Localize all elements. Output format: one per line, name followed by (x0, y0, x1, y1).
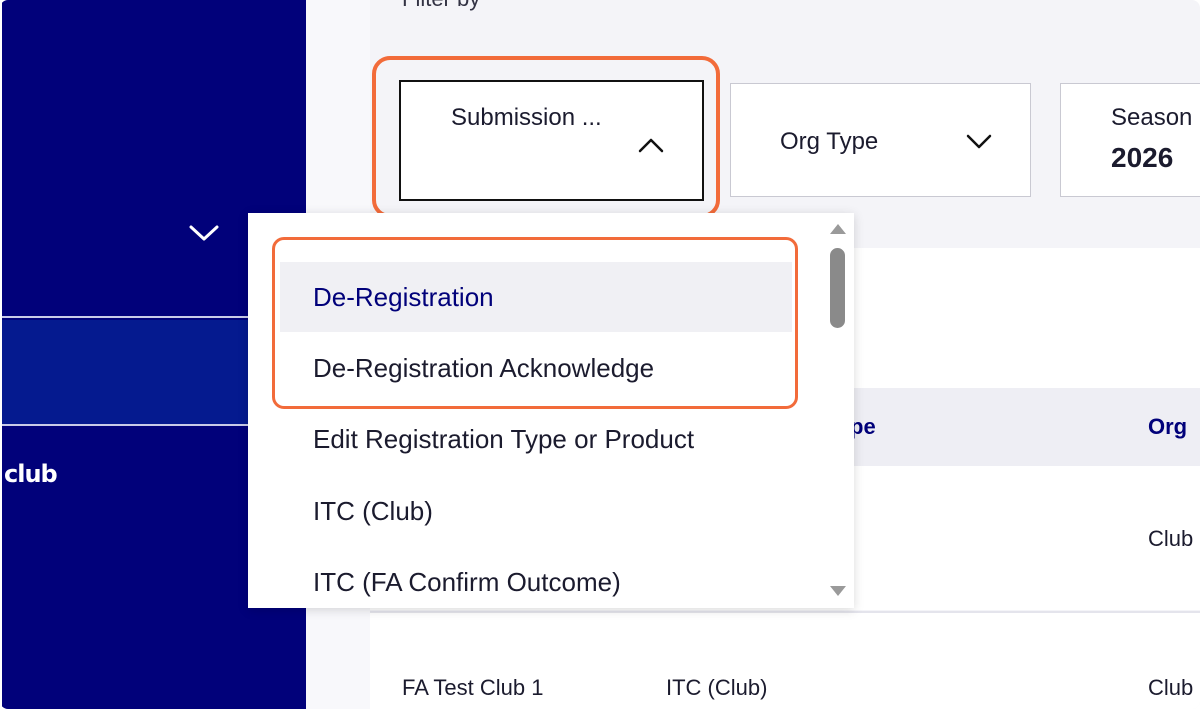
cell-org: Club (1148, 675, 1194, 700)
dropdown-option-itc-fa-confirm[interactable]: ITC (FA Confirm Outcome) (280, 547, 792, 608)
submission-type-filter[interactable]: Submission ... (399, 80, 704, 201)
season-filter-value: 2026 (1111, 142, 1174, 173)
dropdown-option-itc-club[interactable]: ITC (Club) (280, 476, 792, 546)
org-type-filter-label: Org Type (780, 128, 879, 155)
filter-by-label: Filter by (402, 0, 480, 12)
scroll-up-arrow-icon[interactable] (830, 224, 846, 234)
season-filter-label: Season (1111, 104, 1193, 131)
submission-type-filter-label: Submission ... (451, 104, 602, 131)
column-header-org[interactable]: Org (1148, 414, 1187, 440)
cell-org: Club (1148, 526, 1194, 551)
season-filter[interactable]: Season 2026 (1060, 83, 1200, 197)
highlight-outline-options (272, 237, 798, 409)
app-frame: club Filter by Submission ... Org Type S… (0, 0, 1200, 709)
dropdown-scrollbar[interactable] (826, 220, 850, 604)
scrollbar-thumb[interactable] (830, 248, 845, 328)
cell-club: FA Test Club 1 (402, 675, 544, 700)
scroll-down-arrow-icon[interactable] (830, 586, 846, 596)
chevron-down-icon[interactable] (188, 222, 220, 244)
chevron-down-icon (966, 134, 992, 149)
cell-type: ITC (Club) (666, 675, 768, 700)
chevron-up-icon (638, 138, 664, 153)
table-row[interactable]: FA Test Club 1 ITC (Club) Club (370, 613, 1200, 709)
sidebar-item-club-label[interactable]: club (4, 460, 58, 488)
org-type-filter[interactable]: Org Type (730, 83, 1031, 197)
dropdown-option-edit-registration[interactable]: Edit Registration Type or Product (280, 404, 792, 474)
